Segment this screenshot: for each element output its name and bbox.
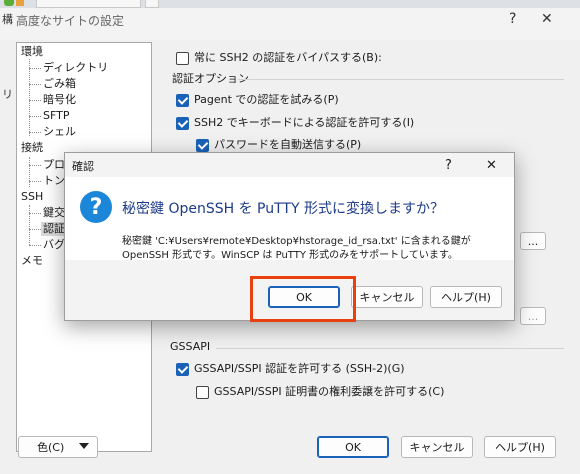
tree-item-recycle-bin[interactable]: ごみ箱 [43,77,76,91]
tree-item-memo[interactable]: メモ [21,254,43,268]
tree-connector [29,213,41,214]
auto-password-label: パスワードを自動送信する(P) [214,138,362,151]
tree-connector [29,245,41,246]
gssapi-checkbox[interactable] [176,363,189,376]
dialog-close-button[interactable]: ✕ [486,159,497,173]
tree-connector [29,100,41,101]
tree-connector [29,68,41,69]
color-dropdown-button[interactable]: 色(C) [18,436,98,458]
gssapi-label: GSSAPI/SSPI 認証を許可する (SSH-2)(G) [194,362,405,375]
tree-connector [29,181,41,182]
app-icon-green [4,0,14,6]
gssapi-delegation-checkbox[interactable] [196,386,209,399]
tree-connector [29,132,41,133]
dialog-help-button[interactable]: ? [445,159,452,173]
tree-connector [29,229,41,230]
tree-item-connection[interactable]: 接続 [21,141,43,155]
tree-item-sftp[interactable]: SFTP [43,109,69,123]
color-dropdown-label: 色(C) [37,441,65,454]
tree-item-encryption[interactable]: 暗号化 [43,93,76,107]
tree-connector [29,116,41,117]
chevron-down-icon [79,443,89,449]
window-close-button[interactable]: ✕ [541,12,553,26]
group-border [238,79,564,80]
dialog-title: 確認 [72,160,94,173]
tree-item-shell[interactable]: シェル [43,125,76,139]
cancel-button[interactable]: キャンセル [401,436,473,458]
tree-connector [29,205,30,245]
clipped-left-text-2: リ [2,88,13,101]
question-icon: ? [80,191,112,223]
tree-connector [29,165,41,166]
dialog-help-text-button[interactable]: ヘルプ(H) [430,286,502,308]
tree-connector [29,84,41,85]
pageant-checkbox[interactable] [176,94,189,107]
tree-connector [29,59,30,136]
help-button[interactable]: ヘルプ(H) [484,436,556,458]
window-help-button[interactable]: ? [509,12,516,26]
background-tab-small [145,0,159,8]
ok-highlight-box [250,276,356,322]
tree-item-ssh[interactable]: SSH [21,190,43,204]
gssapi-group-title: GSSAPI [170,340,211,353]
tree-item-environment[interactable]: 環境 [21,45,43,59]
keyboard-auth-label: SSH2 でキーボードによる認証を許可する(I) [194,116,415,129]
bypass-auth-label: 常に SSH2 の認証をバイパスする(B): [194,51,382,64]
disabled-browse-button[interactable]: ... [520,307,546,325]
tree-connector [29,157,30,187]
clipped-left-text: 構 [2,13,13,26]
background-taskbar-strip [0,0,580,8]
dialog-message-line2: OpenSSH 形式です。WinSCP は PuTTY 形式のみをサポートしてい… [122,250,458,261]
dialog-heading: 秘密鍵 OpenSSH を PuTTY 形式に変換しますか？ [122,201,444,217]
gssapi-delegation-label: GSSAPI/SSPI 証明書の権利委譲を許可する(C) [214,385,445,398]
group-border [216,348,564,349]
keyboard-auth-checkbox[interactable] [176,117,189,130]
pageant-label: Pagent での認証を試みる(P) [194,93,339,106]
background-tab [36,0,141,8]
ok-button[interactable]: OK [317,436,389,458]
app-icon-orange [16,0,24,6]
bypass-auth-checkbox[interactable] [176,52,189,65]
tree-item-directory[interactable]: ディレクトリ [43,61,108,75]
auto-password-checkbox[interactable] [196,139,209,152]
key-browse-button[interactable]: ... [520,232,546,250]
dialog-cancel-button[interactable]: キャンセル [351,286,423,308]
window-title: 高度なサイトの設定 [16,14,125,28]
dialog-message-line1: 秘密鍵 'C:¥Users¥remote¥Desktop¥hstorage_id… [122,236,471,247]
tree-item-bugs[interactable]: バグ [43,238,65,252]
